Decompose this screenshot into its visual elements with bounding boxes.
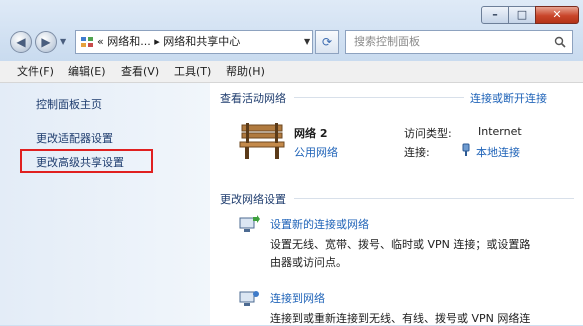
refresh-button[interactable]: ⟳ <box>315 30 339 54</box>
minimize-icon: – <box>492 8 498 21</box>
new-connection-icon <box>239 215 260 232</box>
divider <box>294 97 464 98</box>
refresh-icon: ⟳ <box>321 35 333 49</box>
menu-bar: 文件(F) 编辑(E) 查看(V) 工具(T) 帮助(H) <box>0 61 583 83</box>
sidebar-item-adapter-settings[interactable]: 更改适配器设置 <box>36 130 113 146</box>
close-button[interactable]: ✕ <box>535 6 579 24</box>
close-icon: ✕ <box>552 8 562 21</box>
network-name: 网络 2 <box>294 127 328 140</box>
ethernet-icon <box>462 143 470 156</box>
sidebar <box>0 83 210 325</box>
red-highlight-box <box>20 149 153 173</box>
connect-disconnect-link[interactable]: 连接或断开连接 <box>470 90 547 106</box>
address-bar[interactable]: « 网络和... ▸ 网络和共享中心 ▼ <box>75 30 313 54</box>
forward-button[interactable]: ▶ <box>35 31 57 53</box>
change-settings-title: 更改网络设置 <box>220 193 286 206</box>
maximize-icon: □ <box>516 8 528 21</box>
main-panel: 查看活动网络 连接或断开连接 网络 2 公用网络 访问类型: Internet … <box>210 83 583 325</box>
minimize-button[interactable]: – <box>481 6 509 24</box>
sidebar-item-control-panel-home[interactable]: 控制面板主页 <box>36 96 102 112</box>
search-placeholder: 搜索控制面板 <box>354 35 420 48</box>
address-path: « 网络和... ▸ 网络和共享中心 <box>97 35 241 48</box>
connection-label: 连接: <box>404 146 430 159</box>
menu-edit[interactable]: 编辑(E) <box>68 61 106 82</box>
search-box[interactable]: 搜索控制面板 <box>345 30 573 54</box>
connect-to-network-link[interactable]: 连接到网络 <box>270 290 325 306</box>
setup-connection-link[interactable]: 设置新的连接或网络 <box>270 216 369 232</box>
address-dropdown-icon[interactable]: ▼ <box>304 31 310 53</box>
back-button[interactable]: ◀ <box>10 31 32 53</box>
control-panel-icon <box>81 37 93 47</box>
active-networks-title: 查看活动网络 <box>220 92 286 105</box>
menu-help[interactable]: 帮助(H) <box>226 61 265 82</box>
recent-pages-dropdown[interactable]: ▼ <box>60 38 68 46</box>
network-type-link[interactable]: 公用网络 <box>294 144 338 160</box>
setup-connection-desc-2: 由器或访问点。 <box>270 256 347 269</box>
divider <box>294 198 574 199</box>
connect-network-icon <box>239 291 259 306</box>
menu-file[interactable]: 文件(F) <box>17 61 54 82</box>
menu-tools[interactable]: 工具(T) <box>174 61 211 82</box>
connect-to-network-desc: 连接到或重新连接到无线、有线、拨号或 VPN 网络连 <box>270 312 531 325</box>
setup-connection-desc: 设置无线、宽带、拨号、临时或 VPN 连接；或设置路 <box>270 238 531 251</box>
forward-arrow-icon: ▶ <box>41 35 51 49</box>
search-icon <box>554 36 566 48</box>
window-frame: – □ ✕ ◀ ▶ ▼ « 网络和... ▸ 网络和共享中心 ▼ ⟳ 搜索控制面… <box>0 0 583 325</box>
maximize-button[interactable]: □ <box>508 6 536 24</box>
access-type-label: 访问类型: <box>404 127 452 140</box>
menu-view[interactable]: 查看(V) <box>121 61 159 82</box>
access-type-value: Internet <box>478 125 522 138</box>
local-connection-link[interactable]: 本地连接 <box>476 144 520 160</box>
back-arrow-icon: ◀ <box>16 35 26 49</box>
bench-icon <box>239 123 285 159</box>
